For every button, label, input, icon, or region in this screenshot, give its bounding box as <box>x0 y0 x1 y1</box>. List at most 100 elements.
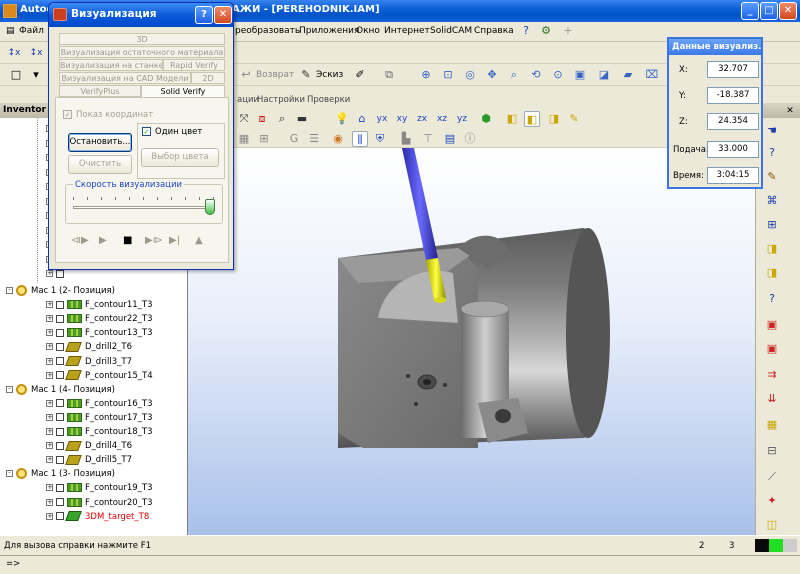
one-color-checkbox[interactable]: ✓ <box>142 127 151 136</box>
rotate-icon[interactable]: ⟲ <box>528 67 544 83</box>
row-checkbox[interactable] <box>56 483 64 492</box>
row-checkbox[interactable] <box>56 300 64 309</box>
row-checkbox[interactable] <box>56 413 64 422</box>
expand-icon[interactable]: + <box>46 343 53 351</box>
g-code-icon[interactable]: G <box>286 131 302 147</box>
grid-icon[interactable]: ▦ <box>236 131 252 147</box>
add-icon[interactable]: + <box>560 23 576 39</box>
new-document-icon[interactable]: □ <box>8 67 24 83</box>
menu-help[interactable]: Справка <box>474 26 514 36</box>
tree-operation-row[interactable]: + D_drill3_T7 <box>46 356 132 370</box>
command-line[interactable]: => <box>0 555 800 574</box>
tree-operation-row[interactable]: + D_drill5_T7 <box>46 454 132 468</box>
row-checkbox[interactable] <box>56 498 64 506</box>
home-icon[interactable]: ⌂ <box>354 111 370 127</box>
expand-icon[interactable]: + <box>46 270 53 277</box>
bottom-tool-icon[interactable]: ◫ <box>764 517 780 533</box>
ucs-x-icon[interactable]: ↕x <box>6 45 22 61</box>
return-icon[interactable]: ↩ <box>238 67 254 83</box>
sketch2-icon[interactable]: ⟋ <box>764 469 780 485</box>
tab-checks[interactable]: Проверки <box>307 95 350 105</box>
tool-icon[interactable]: ⫼ <box>352 131 368 147</box>
expand-icon[interactable]: + <box>46 301 53 309</box>
bar-icon[interactable]: ▬ <box>294 111 310 127</box>
shield-icon[interactable]: ⛨ <box>372 131 388 147</box>
mill-icon[interactable]: ⊤ <box>420 131 436 147</box>
camera-icon[interactable]: ⌧ <box>644 67 660 83</box>
tab-operations[interactable]: ации <box>237 95 259 105</box>
row-checkbox[interactable] <box>56 427 64 436</box>
panel-close-icon[interactable]: ✕ <box>782 103 798 119</box>
expand-icon[interactable]: + <box>46 329 53 337</box>
zoom-selected-icon[interactable]: ⌕ <box>506 67 522 83</box>
expand-icon[interactable]: + <box>46 484 53 492</box>
align-icon[interactable]: ⊟ <box>764 443 780 459</box>
shaded-icon[interactable]: ◧ <box>504 111 520 127</box>
row-checkbox[interactable] <box>56 314 64 323</box>
cube-red-icon[interactable]: ▣ <box>764 317 780 333</box>
menu-solidcam[interactable]: SolidCAM <box>430 26 472 36</box>
graphics-viewport[interactable] <box>188 148 755 535</box>
return-label[interactable]: Возврат <box>256 70 294 80</box>
tree-group-row[interactable]: - Mac 1 (3- Позиция) <box>6 468 115 482</box>
sketch-label[interactable]: Эскиз <box>316 70 343 80</box>
tree-operation-row[interactable]: + F_contour17_T3 <box>46 412 152 426</box>
inspect-icon[interactable]: ⌕ <box>274 111 290 127</box>
tab-verifyplus[interactable]: VerifyPlus <box>59 85 141 97</box>
info-icon[interactable]: ⓘ <box>462 131 478 147</box>
axis-yz-icon[interactable]: yz <box>454 111 470 127</box>
row-checkbox[interactable] <box>56 371 64 380</box>
star-icon[interactable]: ✦ <box>764 493 780 509</box>
maximize-button[interactable]: □ <box>760 2 778 20</box>
expand-icon[interactable]: + <box>46 357 53 365</box>
row-checkbox[interactable] <box>56 342 64 351</box>
report-icon[interactable]: ▤ <box>442 131 458 147</box>
shadow-icon[interactable]: ▰ <box>620 67 636 83</box>
dropdown-icon[interactable]: ▾ <box>28 67 44 83</box>
tree-operation-row[interactable]: + P_contour15_T4 <box>46 370 153 384</box>
edit-icon[interactable]: ✐ <box>352 67 368 83</box>
edit-doc-icon[interactable]: ✎ <box>764 169 780 185</box>
expand-icon[interactable]: + <box>46 456 53 464</box>
expand-icon[interactable]: + <box>46 413 53 421</box>
tree-operation-row[interactable]: + F_contour19_T3 <box>46 482 152 496</box>
row-checkbox[interactable] <box>56 455 64 464</box>
dialog-close-button[interactable]: ✕ <box>214 6 232 24</box>
axis-zx-icon[interactable]: zx <box>414 111 430 127</box>
help2-icon[interactable]: ? <box>764 291 780 307</box>
row-checkbox[interactable] <box>56 328 64 337</box>
expand-icon[interactable]: + <box>46 512 53 520</box>
stop-button[interactable]: Остановить... <box>68 133 132 152</box>
tree-operation-row[interactable]: + F_contour20_T3 <box>46 497 152 511</box>
book2-icon[interactable]: ◨ <box>764 265 780 281</box>
zoom-all-icon[interactable]: ⊕ <box>418 67 434 83</box>
wire-icon[interactable]: ◨ <box>546 111 562 127</box>
menu-window[interactable]: Окно <box>356 26 380 36</box>
expand-icon[interactable]: + <box>46 498 53 506</box>
look-at-icon[interactable]: ⊙ <box>550 67 566 83</box>
list-icon[interactable]: ☰ <box>306 131 322 147</box>
shaded-edges-icon[interactable]: ◧ <box>524 111 540 127</box>
step-back-icon[interactable]: ⧏▶ <box>71 235 89 246</box>
clear-button[interactable]: Очистить <box>68 155 132 174</box>
tab-solid-verify[interactable]: Solid Verify <box>141 85 225 97</box>
stock-icon[interactable]: ▙ <box>398 131 414 147</box>
book-icon[interactable]: ◨ <box>764 241 780 257</box>
tree-operation-row[interactable]: + D_drill2_T6 <box>46 341 132 355</box>
tree-operation-row[interactable]: + D_drill4_T6 <box>46 440 132 454</box>
tab-settings[interactable]: Настройки <box>257 95 305 105</box>
section-icon[interactable]: ⧈ <box>254 111 270 127</box>
tab-2d[interactable]: 2D <box>191 72 225 84</box>
tab-3d[interactable]: 3D <box>59 33 225 45</box>
tree-group-row[interactable]: - Mac 1 (2- Позиция) <box>6 285 115 299</box>
help-tool-icon[interactable]: ? <box>764 145 780 161</box>
axis-xz-icon[interactable]: xz <box>434 111 450 127</box>
step-forward-icon[interactable]: ▶⧐ <box>145 235 163 246</box>
minimize-button[interactable]: _ <box>741 2 759 20</box>
tab-cad-model[interactable]: Визуализация на CAD Модели <box>59 72 191 84</box>
expand-icon[interactable]: + <box>46 442 53 450</box>
menu-internet[interactable]: Интернет <box>384 26 430 36</box>
show-coords-checkbox[interactable]: ✓ <box>63 110 72 119</box>
tree-row-hidden[interactable]: + <box>46 268 67 282</box>
skip-forward-icon[interactable]: ▶| <box>169 235 180 246</box>
